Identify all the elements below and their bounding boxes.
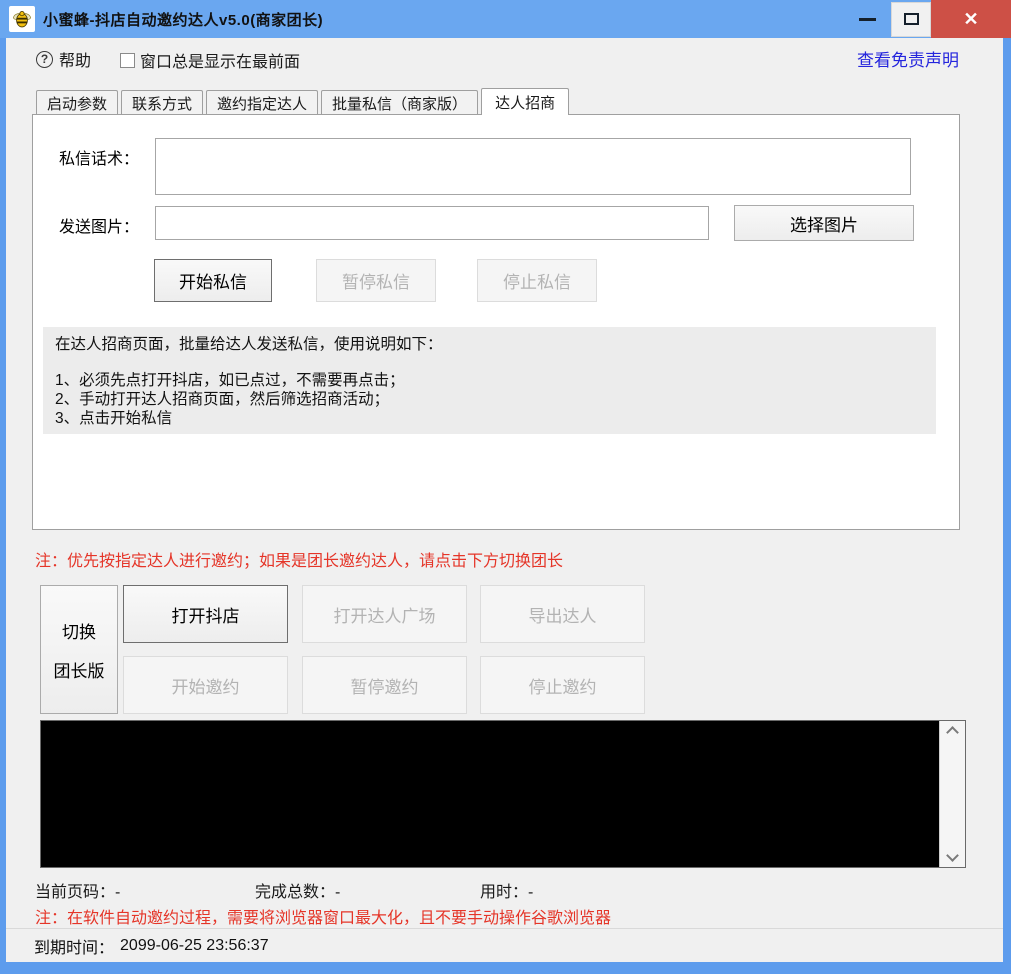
status-bar: 到期时间： 2099-06-25 23:56:37: [6, 928, 1003, 962]
app-window: 小蜜蜂-抖店自动邀约达人v5.0(商家团长) ✕ ? 帮助 窗口总是显示在最前面…: [0, 0, 1011, 974]
talent-recruit-panel: 私信话术： 发送图片： 选择图片 开始私信 暂停私信 停止私信 在达人招商页面，…: [32, 114, 960, 530]
completed-total-value: -: [335, 884, 340, 901]
pause-dm-button: 暂停私信: [316, 259, 436, 302]
minimize-button[interactable]: [843, 0, 891, 38]
expiry-value: 2099-06-25 23:56:37: [120, 937, 269, 955]
send-image-input[interactable]: [155, 206, 709, 240]
completed-total-label: 完成总数：: [255, 884, 335, 901]
tab-talent-recruit[interactable]: 达人招商: [481, 88, 569, 115]
switch-leader-line1: 切换: [62, 618, 96, 643]
tab-bar: 启动参数 联系方式 邀约指定达人 批量私信（商家版） 达人招商: [36, 88, 572, 115]
always-on-top-checkbox[interactable]: [120, 53, 135, 68]
close-icon: ✕: [963, 9, 978, 30]
elapsed-time-label: 用时：: [480, 884, 528, 901]
maximize-icon: [904, 13, 919, 25]
instruction-step-3: 3、点击开始私信: [55, 409, 924, 428]
export-talent-button: 导出达人: [480, 585, 645, 643]
instruction-step-1: 1、必须先点打开抖店，如已点过，不需要再点击；: [55, 371, 924, 390]
open-shop-button[interactable]: 打开抖店: [123, 585, 288, 643]
usage-instructions: 在达人招商页面，批量给达人发送私信，使用说明如下： 1、必须先点打开抖店，如已点…: [43, 327, 936, 434]
send-image-label: 发送图片：: [59, 213, 139, 237]
close-button[interactable]: ✕: [931, 0, 1011, 38]
minimize-icon: [859, 18, 876, 21]
disclaimer-link[interactable]: 查看免责声明: [857, 46, 959, 71]
title-bar: 小蜜蜂-抖店自动邀约达人v5.0(商家团长) ✕: [0, 0, 1011, 38]
instructions-intro: 在达人招商页面，批量给达人发送私信，使用说明如下：: [55, 335, 924, 354]
help-label: 帮助: [59, 47, 91, 71]
always-on-top-option[interactable]: 窗口总是显示在最前面: [120, 48, 300, 72]
bee-app-icon: [9, 6, 35, 32]
always-on-top-label: 窗口总是显示在最前面: [140, 48, 300, 72]
tab-contact-info[interactable]: 联系方式: [121, 90, 203, 115]
log-console: [40, 720, 966, 868]
current-page-label: 当前页码：: [35, 884, 115, 901]
instruction-step-2: 2、手动打开达人招商页面，然后筛选招商活动；: [55, 390, 924, 409]
switch-leader-line2: 团长版: [54, 657, 105, 682]
dm-script-label: 私信话术：: [59, 145, 139, 169]
stop-dm-button: 停止私信: [477, 259, 597, 302]
stop-invite-button: 停止邀约: [480, 656, 645, 714]
log-scrollbar[interactable]: [939, 721, 965, 867]
tab-startup-params[interactable]: 启动参数: [36, 90, 118, 115]
maximize-button[interactable]: [891, 2, 931, 37]
scroll-down-icon[interactable]: [946, 849, 959, 862]
dm-script-textarea[interactable]: [155, 138, 911, 195]
log-output: [41, 721, 939, 867]
elapsed-time-value: -: [528, 884, 533, 901]
scroll-up-icon[interactable]: [946, 726, 959, 739]
tab-bulk-dm-merchant[interactable]: 批量私信（商家版）: [321, 90, 478, 115]
choose-image-button[interactable]: 选择图片: [734, 205, 914, 241]
invite-priority-note: 注：优先按指定达人进行邀约；如果是团长邀约达人，请点击下方切换团长: [35, 547, 563, 571]
tab-invite-specified[interactable]: 邀约指定达人: [206, 90, 318, 115]
browser-maximize-note: 注：在软件自动邀约过程，需要将浏览器窗口最大化，且不要手动操作谷歌浏览器: [35, 904, 611, 928]
help-question-icon: ?: [36, 51, 53, 68]
pause-invite-button: 暂停邀约: [302, 656, 467, 714]
start-dm-button[interactable]: 开始私信: [154, 259, 272, 302]
window-title: 小蜜蜂-抖店自动邀约达人v5.0(商家团长): [43, 9, 323, 30]
open-talent-square-button: 打开达人广场: [302, 585, 467, 643]
start-invite-button: 开始邀约: [123, 656, 288, 714]
current-page-value: -: [115, 884, 120, 901]
expiry-label: 到期时间：: [34, 934, 114, 958]
client-area: ? 帮助 窗口总是显示在最前面 查看免责声明 启动参数 联系方式 邀约指定达人 …: [6, 38, 1003, 962]
switch-leader-version-button[interactable]: 切换 团长版: [40, 585, 118, 714]
help-link[interactable]: ? 帮助: [36, 47, 91, 71]
